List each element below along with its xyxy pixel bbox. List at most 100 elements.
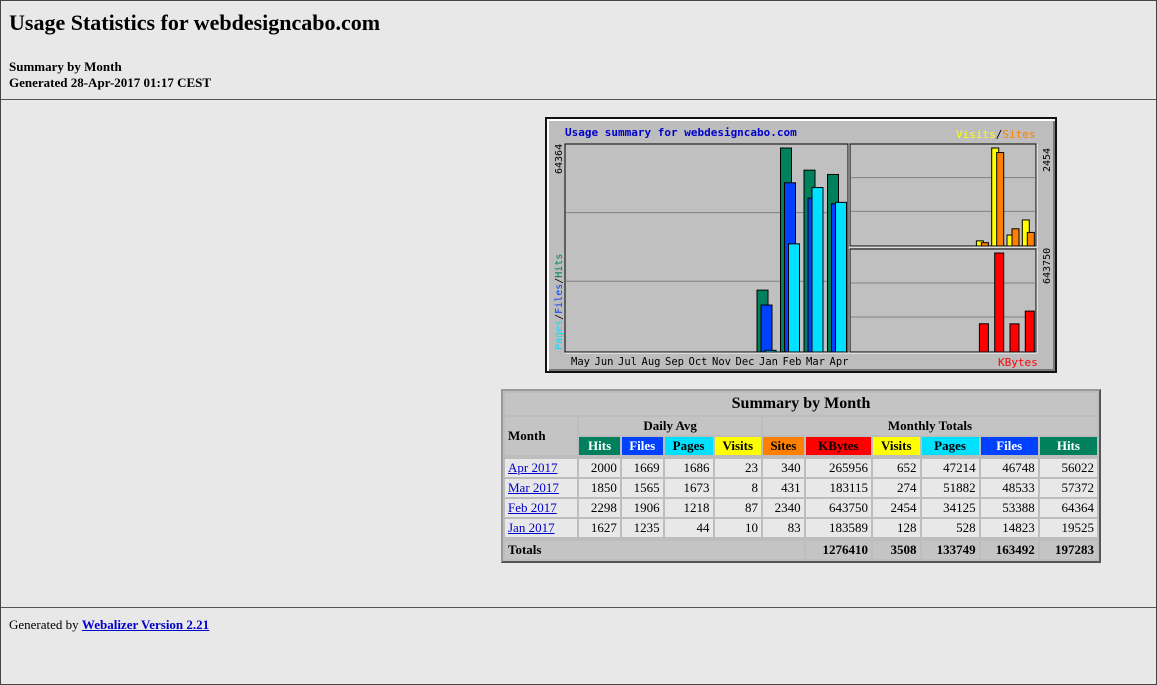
summary-table: Summary by Month Month Daily Avg Monthly…: [503, 391, 1099, 561]
cell-sites: 340: [763, 459, 804, 477]
cell-files: 46748: [980, 459, 1038, 477]
cell-daily-visits: 87: [714, 499, 761, 517]
monthly-pages-header: Pages: [921, 437, 979, 455]
visits-sites-legend: Visits/Sites: [956, 128, 1036, 141]
cell-visits: 2454: [873, 499, 920, 517]
chart-title: Usage summary for webdesigncabo.com: [565, 126, 797, 139]
bar-kbytes: [1009, 323, 1020, 353]
bar-pages: [811, 187, 824, 353]
table-row: Feb 2017 2298 1906 1218 87 2340 643750 2…: [505, 499, 1097, 517]
bottom-divider: [1, 607, 1156, 608]
subtitle: Summary by Month: [9, 59, 122, 74]
daily-avg-header: Daily Avg: [579, 417, 761, 435]
bar-kbytes: [994, 252, 1005, 353]
daily-files-header: Files: [621, 437, 663, 455]
cell-daily-pages: 1218: [664, 499, 713, 517]
visits-y-max-label: 2454: [1042, 148, 1053, 172]
bar-sites: [980, 242, 989, 247]
cell-daily-files: 1669: [621, 459, 663, 477]
cell-pages: 47214: [921, 459, 979, 477]
footer-prefix: Generated by: [9, 617, 82, 632]
bar-kbytes: [1024, 310, 1035, 353]
cell-daily-hits: 2298: [579, 499, 620, 517]
bar-pages: [764, 349, 777, 353]
cell-pages: 528: [921, 519, 979, 537]
x-tick-label: Jan: [759, 356, 778, 368]
month-link[interactable]: Feb 2017: [508, 500, 557, 515]
month-link[interactable]: Mar 2017: [508, 480, 559, 495]
monthly-visits-header: Visits: [873, 437, 920, 455]
cell-daily-visits: 10: [714, 519, 761, 537]
cell-hits: 64364: [1039, 499, 1097, 517]
cell-visits: 128: [873, 519, 920, 537]
cell-daily-hits: 2000: [579, 459, 620, 477]
cell-daily-files: 1906: [621, 499, 663, 517]
cell-visits: 274: [873, 479, 920, 497]
bar-files: [760, 304, 773, 353]
cell-hits: 56022: [1039, 459, 1097, 477]
cell-kbytes: 265956: [805, 459, 872, 477]
cell-kbytes: 183589: [805, 519, 872, 537]
y-axis-label-part: Files: [554, 284, 565, 314]
footer: Generated by Webalizer Version 2.21: [9, 617, 209, 633]
bar-sites: [1026, 231, 1035, 247]
cell-files: 48533: [980, 479, 1038, 497]
table-title: Summary by Month: [505, 393, 1097, 415]
x-tick-label: Dec: [736, 356, 755, 368]
cell-daily-files: 1235: [621, 519, 663, 537]
monthly-files-header: Files: [980, 437, 1038, 455]
cell-hits: 19525: [1039, 519, 1097, 537]
total-files: 163492: [980, 541, 1038, 559]
table-row: Jan 2017 1627 1235 44 10 83 183589 128 5…: [505, 519, 1097, 537]
monthly-sites-header: Sites: [763, 437, 804, 455]
bar-sites: [996, 152, 1005, 247]
cell-daily-hits: 1850: [579, 479, 620, 497]
x-tick-label: Jun: [595, 356, 614, 368]
bar-pages: [835, 201, 847, 353]
cell-kbytes: 183115: [805, 479, 872, 497]
daily-pages-header: Pages: [664, 437, 713, 455]
cell-pages: 51882: [921, 479, 979, 497]
bar-kbytes: [978, 323, 989, 353]
table-row: Mar 2017 1850 1565 1673 8 431 183115 274…: [505, 479, 1097, 497]
kbytes-y-max-label: 643750: [1042, 248, 1053, 284]
cell-daily-pages: 1673: [664, 479, 713, 497]
summary-table-wrapper: Summary by Month Month Daily Avg Monthly…: [501, 389, 1101, 563]
month-link[interactable]: Jan 2017: [508, 520, 555, 535]
total-visits: 3508: [873, 541, 920, 559]
x-tick-label: Mar: [806, 356, 825, 368]
monthly-hits-header: Hits: [1039, 437, 1097, 455]
generated-timestamp: Generated 28-Apr-2017 01:17 CEST: [9, 75, 212, 90]
bar-pages: [788, 243, 800, 353]
monthly-kbytes-header: KBytes: [805, 437, 872, 455]
x-tick-label: Sep: [665, 356, 684, 368]
cell-files: 14823: [980, 519, 1038, 537]
x-tick-label: Nov: [712, 356, 731, 368]
cell-pages: 34125: [921, 499, 979, 517]
y-axis-label-part: Hits: [554, 254, 565, 278]
kbytes-plot-area: [849, 248, 1037, 353]
cell-daily-pages: 44: [664, 519, 713, 537]
x-tick-label: Oct: [689, 356, 708, 368]
top-divider: [1, 99, 1156, 100]
kbytes-legend: KBytes: [998, 356, 1038, 369]
daily-hits-header: Hits: [579, 437, 620, 455]
cell-sites: 431: [763, 479, 804, 497]
month-link[interactable]: Apr 2017: [508, 460, 557, 475]
month-column-header: Month: [505, 417, 578, 455]
cell-daily-pages: 1686: [664, 459, 713, 477]
y-max-label: 64364: [554, 144, 565, 174]
total-hits: 197283: [1039, 541, 1097, 559]
usage-chart-svg: Usage summary for webdesigncabo.com May J…: [554, 126, 1053, 369]
cell-daily-visits: 8: [714, 479, 761, 497]
y-axis-label: Pages/Files/Hits: [554, 254, 565, 350]
cell-hits: 57372: [1039, 479, 1097, 497]
visits-sites-plot-area: [849, 143, 1037, 247]
totals-label: Totals: [505, 541, 804, 559]
y-axis-label-part: Pages: [554, 320, 565, 350]
cell-files: 53388: [980, 499, 1038, 517]
page-title: Usage Statistics for webdesigncabo.com: [9, 10, 381, 35]
cell-sites: 83: [763, 519, 804, 537]
webalizer-link[interactable]: Webalizer Version 2.21: [82, 617, 209, 632]
daily-visits-header: Visits: [714, 437, 761, 455]
